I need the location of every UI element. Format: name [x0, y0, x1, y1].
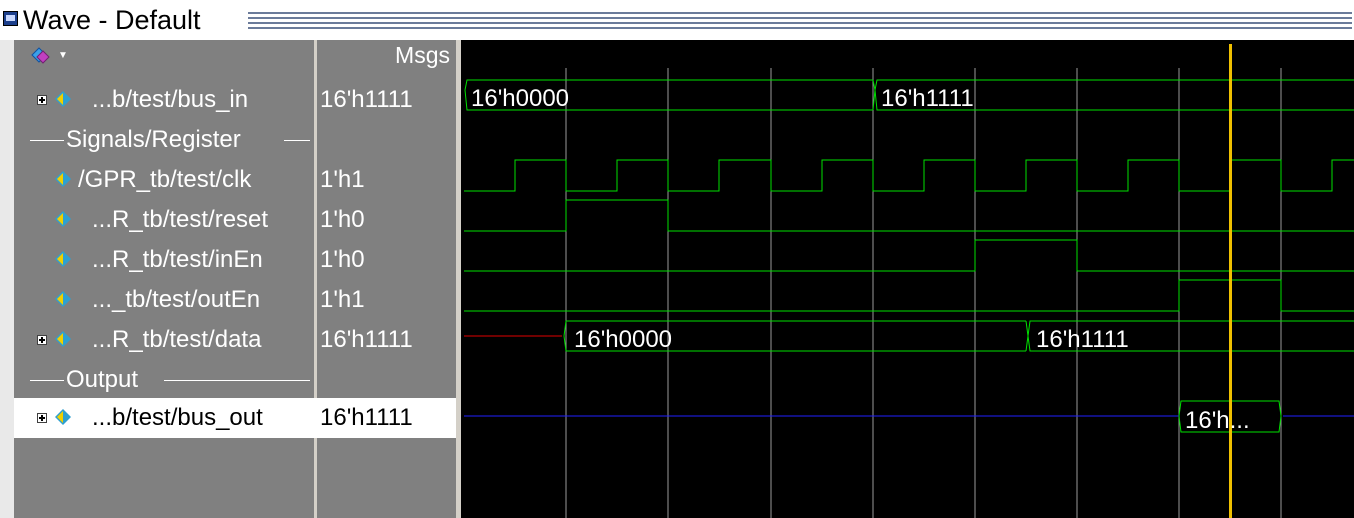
titlebar-grip-line[interactable] [248, 12, 1352, 14]
wave-header [461, 40, 1354, 68]
signal-diamond-icon [55, 409, 71, 425]
chevron-down-icon[interactable]: ▼ [58, 50, 68, 61]
window-titlebar: Wave - Default [0, 0, 1354, 40]
signal-row[interactable]: ...R_tb/test/reset 1'h0 [14, 200, 456, 240]
signal-diamond-icon [55, 211, 71, 227]
data-wave [563, 320, 1354, 352]
bus-in-wave-label: 16'h0000 [471, 85, 570, 112]
divider-label: Output [64, 360, 141, 400]
expand-plus-icon[interactable] [37, 335, 47, 345]
signal-value: 1'h0 [320, 246, 365, 273]
signal-row[interactable]: ..._tb/test/outEn 1'h1 [14, 280, 456, 320]
data-wave-label: 16'h0000 [574, 326, 673, 353]
divider-row[interactable]: Output [14, 360, 314, 400]
signal-tree-icon[interactable] [30, 46, 54, 64]
outen-wave [464, 279, 1354, 312]
signal-row[interactable]: ...R_tb/test/data 16'h1111 [14, 320, 456, 360]
signal-value: 16'h1111 [320, 404, 413, 431]
wave-display[interactable]: 16'h0000 16'h1111 16'h0000 16'h1111 16'h… [461, 40, 1354, 518]
time-cursor[interactable] [1229, 44, 1232, 518]
signal-diamond-icon [55, 331, 71, 347]
signal-value: 1'h1 [320, 166, 365, 193]
signal-row-selected[interactable]: ...b/test/bus_out 16'h1111 [14, 398, 456, 438]
signal-diamond-icon [55, 291, 71, 307]
inen-wave [464, 239, 1354, 272]
signal-diamond-icon [55, 91, 71, 107]
signal-row[interactable]: ...b/test/bus_in 16'h1111 [14, 80, 456, 120]
signal-value: 1'h1 [320, 286, 365, 313]
divider-line [284, 140, 310, 141]
signal-value: 1'h0 [320, 206, 365, 233]
data-wave-label: 16'h1111 [1036, 326, 1129, 353]
time-grid [565, 68, 1282, 518]
signal-value: 16'h1111 [320, 326, 413, 353]
expand-plus-icon[interactable] [37, 95, 47, 105]
signal-value: 16'h1111 [320, 86, 413, 113]
bus-out-wave-label: 16'h... [1185, 407, 1250, 434]
signal-diamond-icon [55, 171, 71, 187]
titlebar-grip-line[interactable] [248, 27, 1352, 29]
reset-wave [464, 199, 1354, 232]
divider-line [164, 380, 310, 381]
value-column-header: Msgs [330, 42, 450, 68]
signal-row[interactable]: /GPR_tb/test/clk 1'h1 [14, 160, 456, 200]
window-title: Wave - Default [23, 5, 201, 35]
signal-row[interactable]: ...R_tb/test/inEn 1'h0 [14, 240, 456, 280]
signal-diamond-icon [55, 251, 71, 267]
wave-window-icon [3, 11, 18, 26]
bus-in-wave-label: 16'h1111 [881, 85, 974, 112]
expand-plus-icon[interactable] [37, 413, 47, 423]
pane-left-border [0, 40, 14, 518]
titlebar-grip-line[interactable] [248, 22, 1352, 24]
divider-label: Signals/Register [64, 120, 243, 160]
divider-row[interactable]: Signals/Register [14, 120, 314, 160]
clk-wave [464, 159, 1354, 192]
titlebar-grip-line[interactable] [248, 17, 1352, 19]
